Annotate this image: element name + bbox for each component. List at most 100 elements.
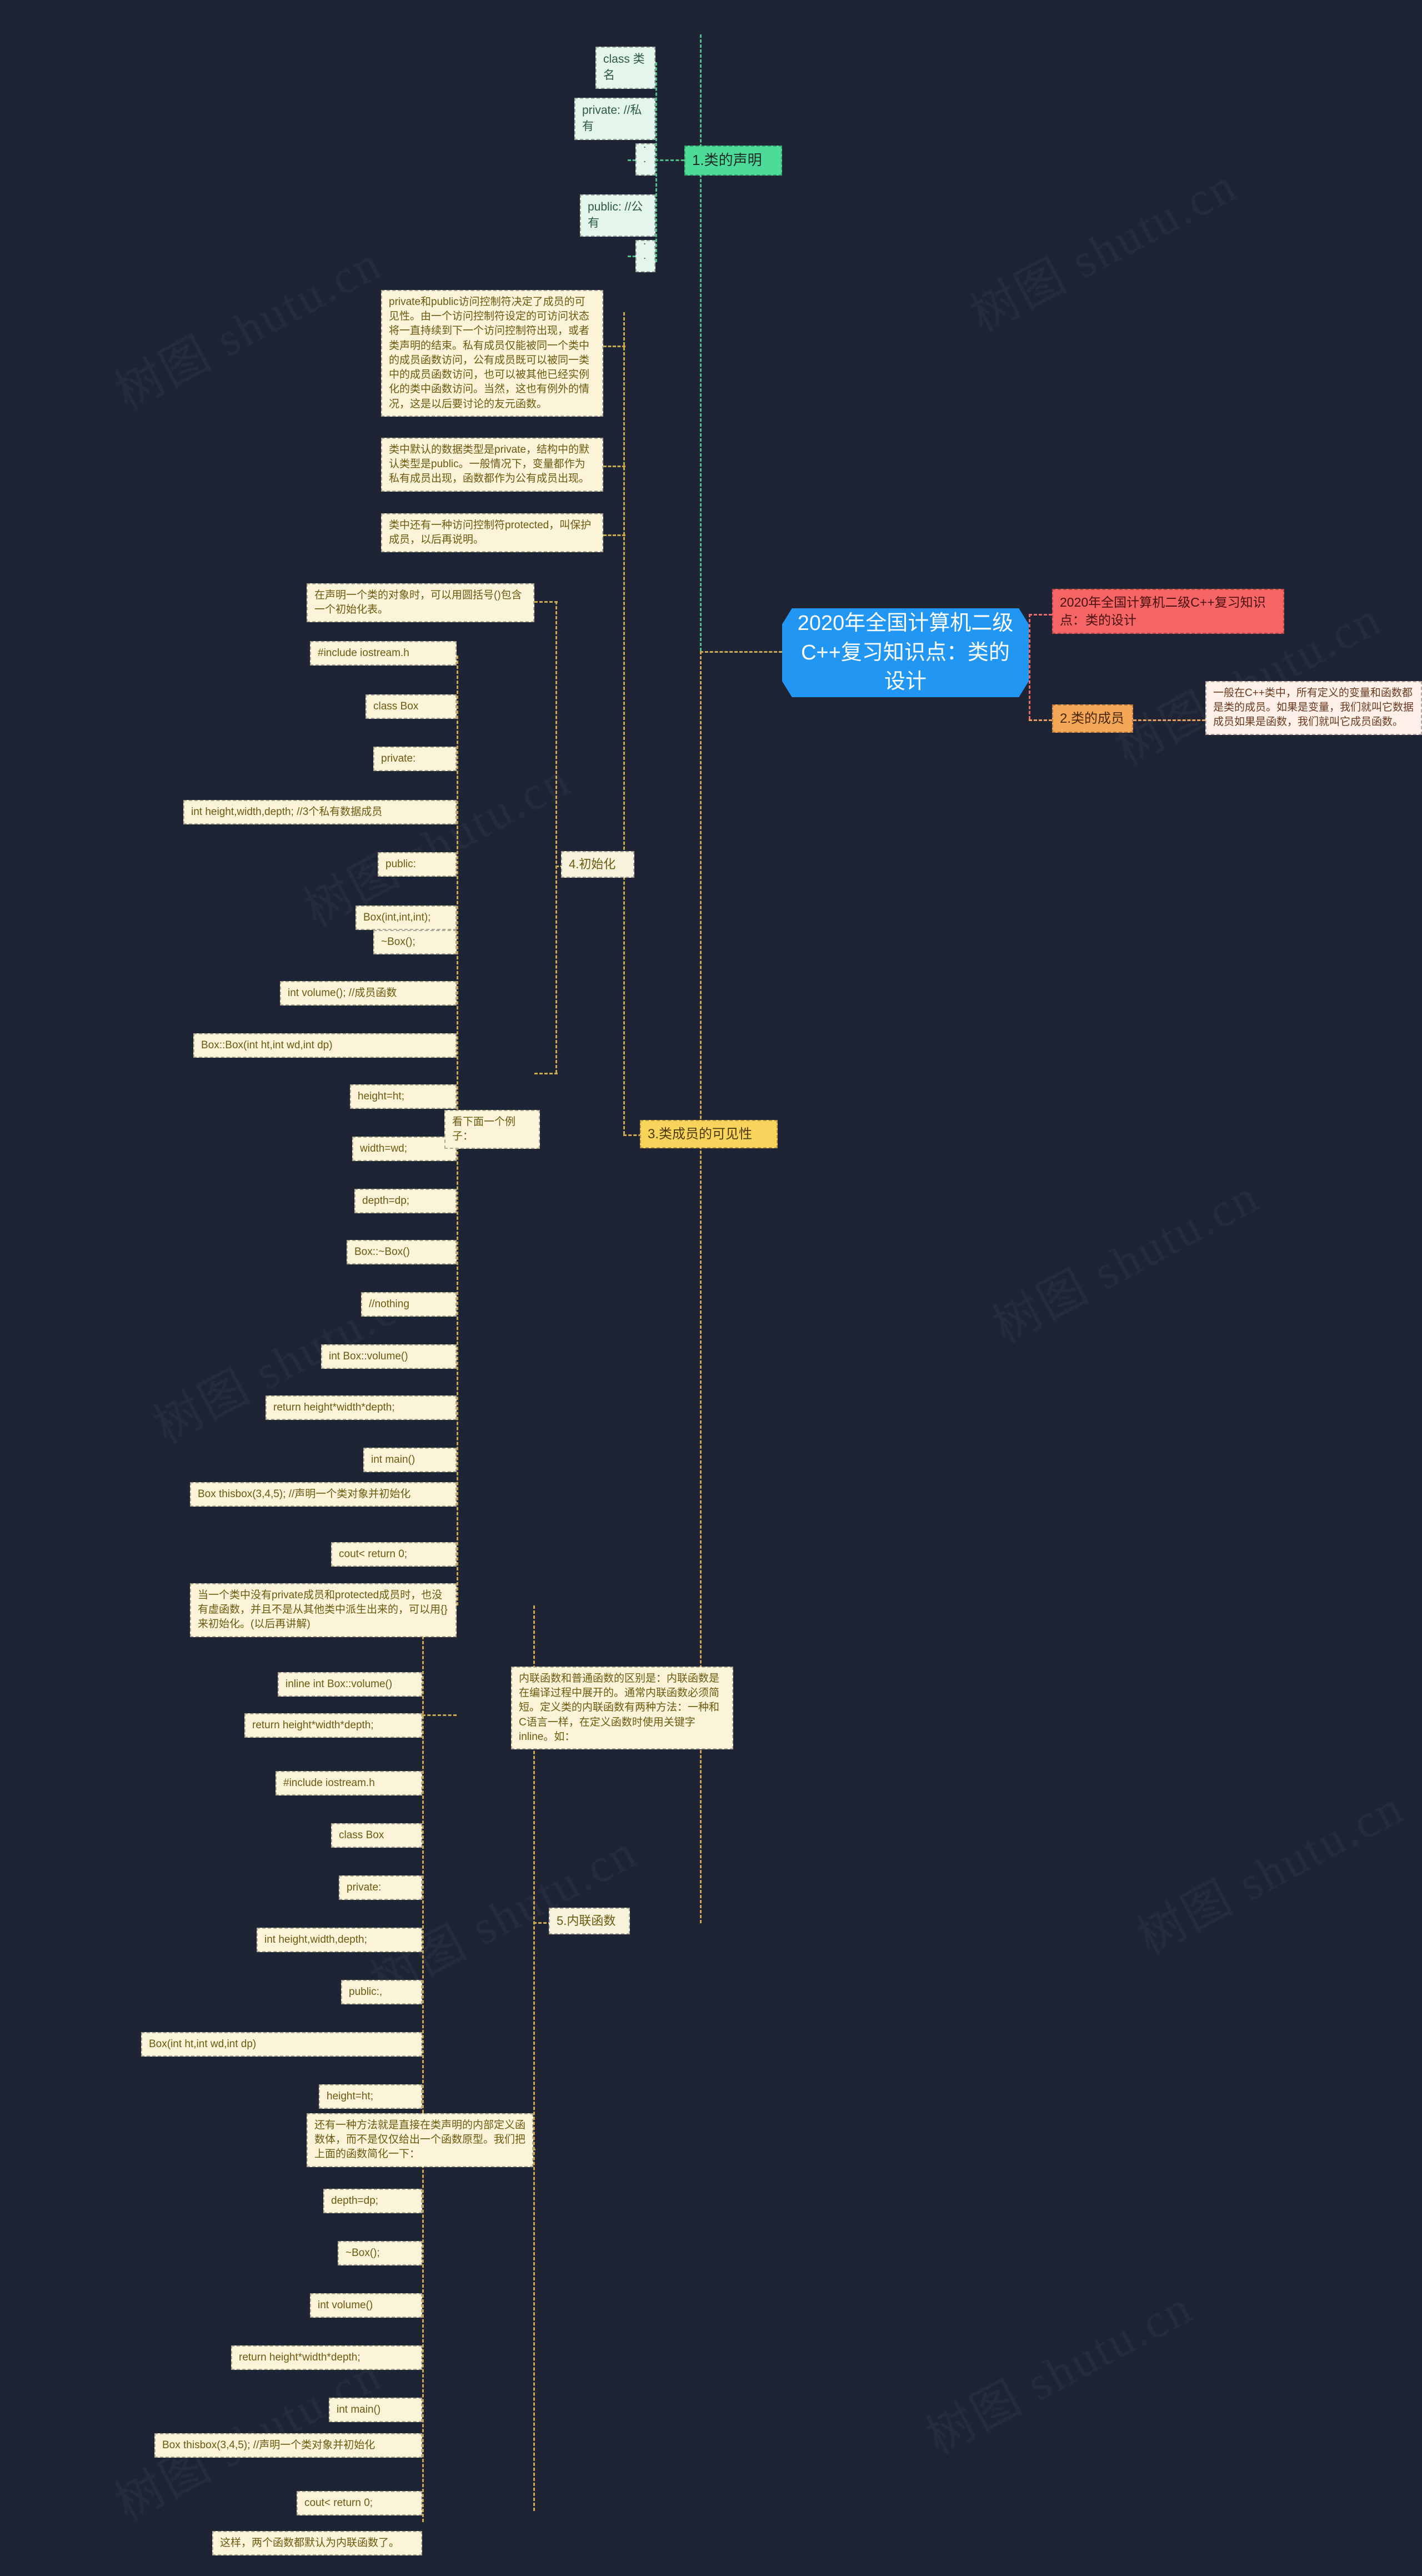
list-item[interactable]: 当一个类中没有private成员和protected成员时，也没有虚函数，并且不… bbox=[190, 1583, 457, 1637]
root-label: 2020年全国计算机二级C++复习知识点：类的设计 bbox=[797, 612, 1014, 694]
b5-child-9-label: height=ht; bbox=[327, 2090, 373, 2102]
list-item[interactable]: private: //私有 bbox=[574, 98, 655, 140]
branch-node-3[interactable]: 3.类成员的可见性 bbox=[640, 1120, 778, 1149]
list-item[interactable]: class Box bbox=[331, 1823, 422, 1848]
list-item[interactable]: public: bbox=[378, 852, 457, 877]
b5-note[interactable]: 内联函数和普通函数的区别是：内联函数是在编译过程中展开的。通常内联函数必须简短。… bbox=[511, 1667, 733, 1750]
list-item[interactable]: Box thisbox(3,4,5); //声明一个类对象并初始化 bbox=[190, 1482, 457, 1507]
b5-child-7-label: public:, bbox=[349, 1986, 383, 1998]
list-item[interactable]: height=ht; bbox=[319, 2084, 422, 2109]
list-item[interactable]: return height*width*depth; bbox=[244, 1713, 422, 1738]
connector-b5-code-note bbox=[422, 1714, 457, 1716]
list-item[interactable]: int height,width,depth; //3个私有数据成员 bbox=[183, 800, 457, 825]
list-item[interactable]: //nothing bbox=[361, 1292, 457, 1317]
branch-node-2[interactable]: 2.类的成员 bbox=[1052, 704, 1133, 733]
list-item[interactable]: int volume() bbox=[310, 2293, 422, 2318]
list-item[interactable]: depth=dp; bbox=[323, 2189, 422, 2214]
connector-branch2 bbox=[1029, 719, 1052, 721]
note-red-label: 2020年全国计算机二级C++复习知识点：类的设计 bbox=[1060, 595, 1266, 627]
b5-child-11-label: depth=dp; bbox=[331, 2195, 379, 2207]
b5-child-8-label: Box(int ht,int wd,int dp) bbox=[149, 2038, 257, 2050]
branch-node-1[interactable]: 1.类的声明 bbox=[684, 146, 782, 176]
b5-sub-note[interactable]: 还有一种方法就是直接在类声明的内部定义函数体，而不是仅仅给出一个函数原型。我们把… bbox=[307, 2113, 533, 2167]
list-item[interactable]: int Box::volume() bbox=[321, 1344, 457, 1369]
list-item[interactable]: height=ht; bbox=[350, 1084, 457, 1109]
branch-2-note-label: 一般在C++类中，所有定义的变量和函数都是类的成员。如果是变量，我们就叫它数据成… bbox=[1213, 687, 1414, 728]
b4-child-4-label: int height,width,depth; //3个私有数据成员 bbox=[191, 806, 383, 818]
list-item[interactable]: private和public访问控制符决定了成员的可见性。由一个访问控制符设定的… bbox=[381, 290, 603, 417]
list-item[interactable]: public:, bbox=[341, 1980, 422, 2005]
b5-child-18-label: 这样，两个函数都默认为内联函数了。 bbox=[220, 2537, 400, 2549]
list-item[interactable]: Box::~Box() bbox=[347, 1240, 457, 1265]
list-item[interactable]: ~Box(); bbox=[338, 2241, 422, 2266]
note-red-node[interactable]: 2020年全国计算机二级C++复习知识点：类的设计 bbox=[1052, 589, 1284, 634]
list-item[interactable]: int volume(); //成员函数 bbox=[280, 981, 457, 1006]
root-node[interactable]: 2020年全国计算机二级C++复习知识点：类的设计 bbox=[782, 608, 1029, 697]
connector-root-right bbox=[1029, 614, 1030, 719]
list-item[interactable]: private: bbox=[339, 1875, 422, 1900]
mindmap-canvas: 树图 shutu.cn 树图 shutu.cn 树图 shutu.cn 树图 s… bbox=[0, 0, 1422, 2576]
list-item[interactable]: Box(int,int,int); bbox=[356, 906, 457, 931]
list-item[interactable]: private: bbox=[373, 747, 457, 772]
list-item[interactable]: ~Box(); bbox=[373, 930, 457, 955]
list-item[interactable]: ... bbox=[635, 139, 655, 179]
branch-2-label: 2.类的成员 bbox=[1060, 711, 1125, 726]
connector-b3-c1 bbox=[603, 466, 625, 467]
list-item[interactable]: public: //公有 bbox=[580, 194, 655, 237]
b1-child-3-label: public: //公有 bbox=[588, 201, 643, 229]
list-item[interactable]: #include iostream.h bbox=[310, 641, 457, 666]
list-item[interactable]: class Box bbox=[365, 694, 457, 719]
branch-node-4[interactable]: 4.初始化 bbox=[561, 851, 634, 878]
list-item[interactable]: return height*width*depth; bbox=[266, 1395, 457, 1420]
b3-child-0-label: private和public访问控制符决定了成员的可见性。由一个访问控制符设定的… bbox=[389, 296, 590, 410]
b4-child-6-label: Box(int,int,int); bbox=[363, 912, 431, 923]
b4-child-13-label: Box::~Box() bbox=[354, 1246, 410, 1258]
list-item[interactable]: class 类名 bbox=[595, 47, 655, 89]
connector-b3-c0 bbox=[603, 346, 625, 347]
connector-b1-spine bbox=[655, 62, 657, 262]
b5-child-13-label: int volume() bbox=[318, 2299, 373, 2311]
list-item[interactable]: 类中还有一种访问控制符protected，叫保护成员，以后再说明。 bbox=[381, 513, 603, 553]
list-item[interactable]: 在声明一个类的对象时，可以用圆括号()包含一个初始化表。 bbox=[307, 583, 534, 623]
b4-sub-note[interactable]: 看下面一个例子： bbox=[444, 1110, 540, 1149]
connector-b4-spine bbox=[555, 601, 557, 1073]
list-item[interactable]: #include iostream.h bbox=[276, 1771, 422, 1796]
branch-5-label: 5.内联函数 bbox=[557, 1914, 616, 1928]
b4-child-9-label: Box::Box(int ht,int wd,int dp) bbox=[201, 1039, 333, 1051]
list-item[interactable]: cout< return 0; bbox=[297, 2491, 422, 2516]
branch-1-label: 1.类的声明 bbox=[692, 152, 762, 168]
list-item[interactable]: 这样，两个函数都默认为内联函数了。 bbox=[212, 2531, 422, 2556]
b5-child-6-label: int height,width,depth; bbox=[264, 1934, 367, 1945]
list-item[interactable]: int main() bbox=[329, 2398, 422, 2423]
branch-2-note[interactable]: 一般在C++类中，所有定义的变量和函数都是类的成员。如果是变量，我们就叫它数据成… bbox=[1205, 681, 1422, 735]
b4-child-8-label: int volume(); //成员函数 bbox=[288, 987, 397, 999]
b5-child-17-label: cout< return 0; bbox=[304, 2497, 373, 2509]
b4-child-0-label: 在声明一个类的对象时，可以用圆括号()包含一个初始化表。 bbox=[314, 589, 522, 616]
watermark: 树图 shutu.cn bbox=[101, 224, 392, 423]
list-item[interactable]: Box(int ht,int wd,int dp) bbox=[141, 2032, 422, 2057]
b4-child-16-label: return height*width*depth; bbox=[273, 1402, 395, 1413]
connector-root-left-stub bbox=[700, 651, 782, 653]
list-item[interactable]: depth=dp; bbox=[354, 1189, 457, 1214]
connector-root-left-green bbox=[700, 34, 702, 651]
list-item[interactable]: return height*width*depth; bbox=[231, 2345, 422, 2370]
b4-child-10-label: height=ht; bbox=[358, 1091, 404, 1102]
b5-child-3-label: #include iostream.h bbox=[283, 1777, 375, 1789]
list-item[interactable]: 类中默认的数据类型是private，结构中的默认类型是public。一般情况下，… bbox=[381, 438, 603, 492]
b4-child-7-label: ~Box(); bbox=[381, 936, 415, 948]
list-item[interactable]: ... bbox=[635, 236, 655, 276]
connector-b3-c2 bbox=[603, 534, 625, 536]
list-item[interactable]: inline int Box::volume() bbox=[278, 1672, 422, 1697]
b5-sub-note-label: 还有一种方法就是直接在类声明的内部定义函数体，而不是仅仅给出一个函数原型。我们把… bbox=[314, 2119, 526, 2160]
list-item[interactable]: Box thisbox(3,4,5); //声明一个类对象并初始化 bbox=[154, 2433, 422, 2458]
watermark: 树图 shutu.cn bbox=[956, 147, 1247, 346]
b1-child-0-label: class 类名 bbox=[603, 53, 645, 82]
list-item[interactable]: width=wd; bbox=[352, 1137, 457, 1162]
list-item[interactable]: cout< return 0; bbox=[331, 1542, 457, 1567]
b5-child-14-label: return height*width*depth; bbox=[239, 2352, 360, 2363]
list-item[interactable]: int main() bbox=[363, 1448, 457, 1473]
branch-node-5[interactable]: 5.内联函数 bbox=[549, 1908, 630, 1935]
b4-child-17-label: int main() bbox=[371, 1454, 415, 1465]
list-item[interactable]: int height,width,depth; bbox=[257, 1928, 422, 1953]
list-item[interactable]: Box::Box(int ht,int wd,int dp) bbox=[193, 1033, 457, 1058]
